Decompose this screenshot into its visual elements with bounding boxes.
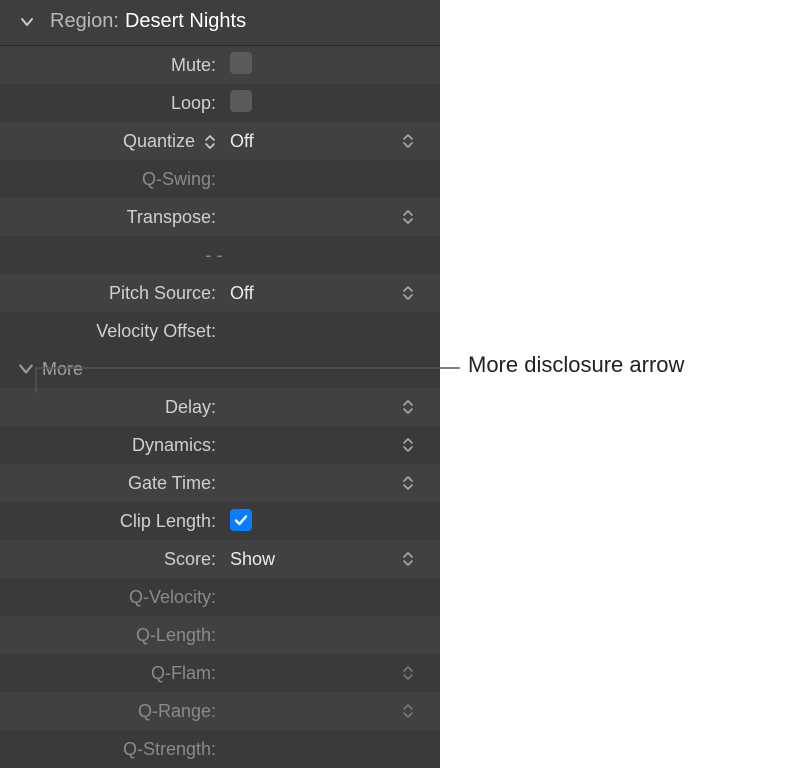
qflam-stepper-icon[interactable] [400,663,416,683]
region-header[interactable]: Region: Desert Nights [0,0,440,46]
row-mute: Mute: [0,46,440,84]
qvelocity-label: Q-Velocity: [0,587,222,608]
more-label: More [42,359,83,380]
dynamics-label: Dynamics: [0,435,222,456]
score-value-text: Show [230,549,275,569]
dynamics-stepper-icon[interactable] [400,435,416,455]
row-dynamics: Dynamics: [0,426,440,464]
row-qstrength: Q-Strength: [0,730,440,768]
more-disclosure-arrow-icon [18,361,34,377]
qrange-stepper-icon[interactable] [400,701,416,721]
clip-length-label: Clip Length: [0,511,222,532]
quantize-label-text: Quantize [123,131,195,151]
score-stepper-icon[interactable] [400,549,416,569]
gate-time-stepper-icon[interactable] [400,473,416,493]
gate-time-label: Gate Time: [0,473,222,494]
row-qlength: Q-Length: [0,616,440,654]
row-transpose: Transpose: [0,198,440,236]
mute-checkbox[interactable] [230,52,252,74]
pitch-source-value[interactable]: Off [222,283,428,304]
transpose-label: Transpose: [0,207,222,228]
row-quantize: Quantize Off [0,122,440,160]
row-score: Score: Show [0,540,440,578]
quantize-value[interactable]: Off [222,131,428,152]
mute-label: Mute: [0,55,222,76]
loop-checkbox[interactable] [230,90,252,112]
loop-value [222,90,428,117]
velocity-offset-label: Velocity Offset: [0,321,222,342]
clip-length-value [222,509,428,533]
loop-label: Loop: [0,93,222,114]
region-header-label: Region: [50,10,119,33]
qrange-label: Q-Range: [0,701,222,722]
qlength-label: Q-Length: [0,625,222,646]
mute-value [222,52,428,79]
row-qflam: Q-Flam: [0,654,440,692]
region-inspector-panel: Region: Desert Nights Mute: Loop: Quanti… [0,0,440,768]
region-header-value: Desert Nights [125,10,246,33]
quantize-label: Quantize [0,131,222,152]
chevron-down-icon [18,13,36,31]
row-clip-length: Clip Length: [0,502,440,540]
delay-stepper-icon[interactable] [400,397,416,417]
finetune-value: - - [206,245,223,266]
callout-text: More disclosure arrow [468,352,684,378]
pitch-source-value-text: Off [230,283,254,303]
row-loop: Loop: [0,84,440,122]
delay-label: Delay: [0,397,222,418]
quantize-value-text: Off [230,131,254,151]
qswing-label: Q-Swing: [0,169,222,190]
score-value[interactable]: Show [222,549,428,570]
row-velocity-offset: Velocity Offset: [0,312,440,350]
row-finetune: - - [0,236,440,274]
more-disclosure-row[interactable]: More [0,350,440,388]
pitch-source-stepper-icon[interactable] [400,283,416,303]
row-gate-time: Gate Time: [0,464,440,502]
pitch-source-label: Pitch Source: [0,283,222,304]
row-qrange: Q-Range: [0,692,440,730]
quantize-updown-icon[interactable] [204,134,216,150]
row-qvelocity: Q-Velocity: [0,578,440,616]
score-label: Score: [0,549,222,570]
row-delay: Delay: [0,388,440,426]
qstrength-label: Q-Strength: [0,739,222,760]
transpose-stepper-icon[interactable] [400,207,416,227]
qflam-label: Q-Flam: [0,663,222,684]
quantize-stepper-icon[interactable] [400,131,416,151]
clip-length-checkbox[interactable] [230,509,252,531]
row-pitch-source: Pitch Source: Off [0,274,440,312]
row-qswing: Q-Swing: [0,160,440,198]
